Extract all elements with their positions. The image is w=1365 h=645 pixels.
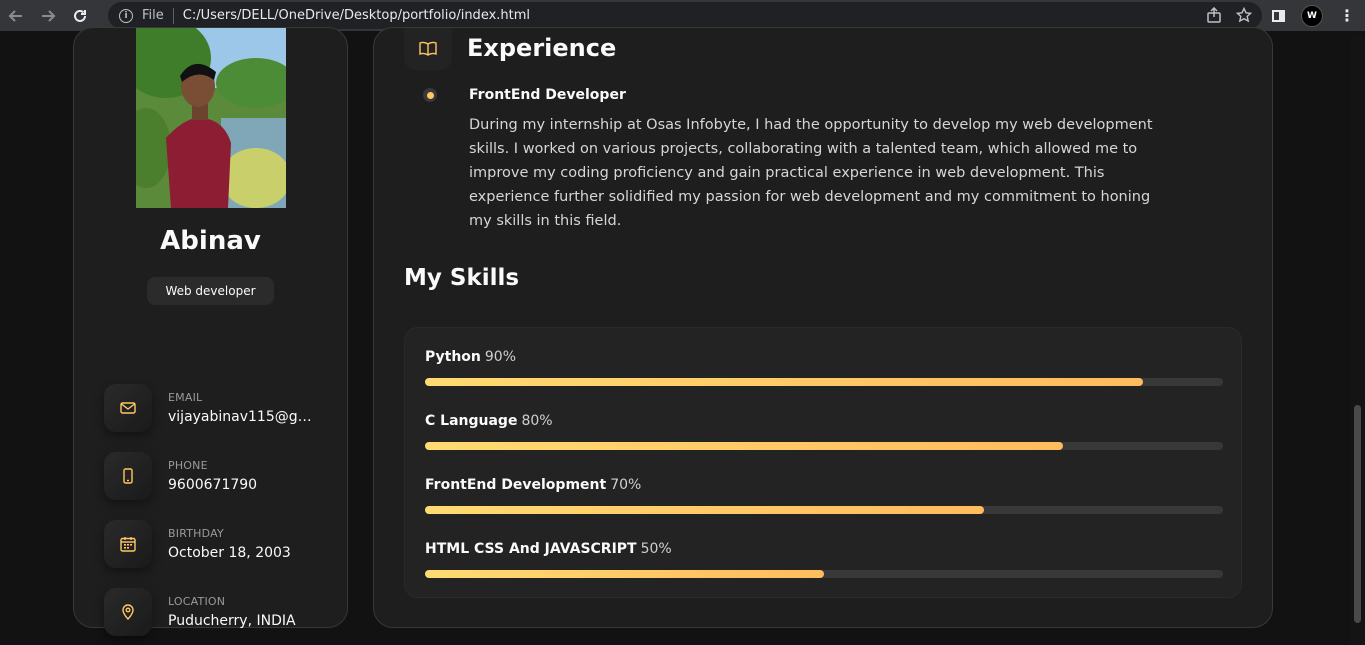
profile-name: Abinav: [160, 226, 261, 256]
profile-sidebar: Abinav Web developer EMAIL vijayabinav11…: [73, 27, 348, 636]
menu-icon[interactable]: ⋮: [1339, 7, 1355, 24]
contact-birthday: BIRTHDAY October 18, 2003: [104, 520, 313, 568]
back-button[interactable]: [0, 0, 32, 31]
page-content: Abinav Web developer EMAIL vijayabinav11…: [0, 27, 1350, 645]
skill-item: C Language 80%: [425, 413, 1223, 450]
skills-list: Python 90% C Language 80% FrontEnd Develop…: [404, 327, 1242, 598]
contact-phone: PHONE 9600671790: [104, 452, 313, 500]
skill-name: C Language: [425, 413, 518, 429]
timeline-dot: [423, 88, 437, 102]
page-scrollbar[interactable]: [1350, 37, 1365, 645]
contact-label: LOCATION: [168, 595, 226, 608]
skill-progress-fill: [425, 570, 824, 578]
address-bar[interactable]: i File C:/Users/DELL/OneDrive/Desktop/po…: [108, 2, 1262, 29]
contact-email: EMAIL vijayabinav115@gmail.com: [104, 384, 313, 432]
role-badge: Web developer: [147, 277, 274, 305]
skill-percent: 50%: [640, 541, 672, 557]
star-icon[interactable]: [1236, 7, 1252, 23]
skill-progress-bar: [425, 570, 1223, 578]
skill-progress-bar: [425, 378, 1223, 386]
contact-label: PHONE: [168, 459, 208, 472]
skill-percent: 70%: [610, 477, 642, 493]
email-link[interactable]: vijayabinav115@gmail.com: [168, 409, 313, 425]
contact-location: LOCATION Puducherry, INDIA: [104, 588, 313, 636]
profile-photo: [136, 28, 286, 208]
experience-title: Experience: [467, 34, 617, 62]
contact-label: EMAIL: [168, 391, 203, 404]
info-icon[interactable]: i: [119, 8, 133, 23]
location-value: Puducherry, INDIA: [168, 613, 296, 629]
forward-button[interactable]: [32, 0, 64, 31]
skill-item: HTML CSS And JAVASCRIPT 50%: [425, 541, 1223, 578]
scrollbar-thumb[interactable]: [1354, 405, 1361, 623]
skill-progress-bar: [425, 442, 1223, 450]
skill-name: Python: [425, 349, 481, 365]
divider: [172, 7, 174, 24]
skill-progress-fill: [425, 442, 1064, 450]
skill-item: Python 90%: [425, 349, 1223, 386]
side-panel-icon[interactable]: [1272, 9, 1285, 22]
contact-label: BIRTHDAY: [168, 527, 224, 540]
url-text[interactable]: C:/Users/DELL/OneDrive/Desktop/portfolio…: [183, 8, 530, 23]
skill-name: HTML CSS And JAVASCRIPT: [425, 541, 637, 557]
arrow-left-icon: [8, 9, 22, 22]
profile-avatar[interactable]: W: [1301, 4, 1323, 27]
share-icon[interactable]: [1206, 7, 1222, 23]
calendar-icon: [104, 520, 152, 568]
phone-icon: [104, 452, 152, 500]
job-description: During my internship at Osas Infobyte, I…: [469, 117, 1153, 229]
reload-icon: [74, 9, 86, 22]
skill-progress-fill: [425, 378, 1144, 386]
skill-progress-bar: [425, 506, 1223, 514]
skills-title: My Skills: [404, 265, 520, 291]
skill-progress-fill: [425, 506, 984, 514]
location-pin-icon: [104, 588, 152, 636]
birthday-value: October 18, 2003: [168, 545, 291, 561]
url-scheme: File: [142, 8, 164, 23]
mail-icon: [104, 384, 152, 432]
skill-percent: 80%: [521, 413, 553, 429]
arrow-right-icon: [42, 9, 56, 22]
book-icon: [404, 28, 452, 70]
job-title: FrontEnd Developer: [469, 87, 626, 103]
resume-article: Experience FrontEnd Developer During my …: [373, 27, 1273, 628]
phone-link[interactable]: 9600671790: [168, 477, 313, 493]
skill-percent: 90%: [484, 349, 517, 365]
skill-item: FrontEnd Development 70%: [425, 477, 1223, 514]
skill-name: FrontEnd Development: [425, 477, 607, 493]
